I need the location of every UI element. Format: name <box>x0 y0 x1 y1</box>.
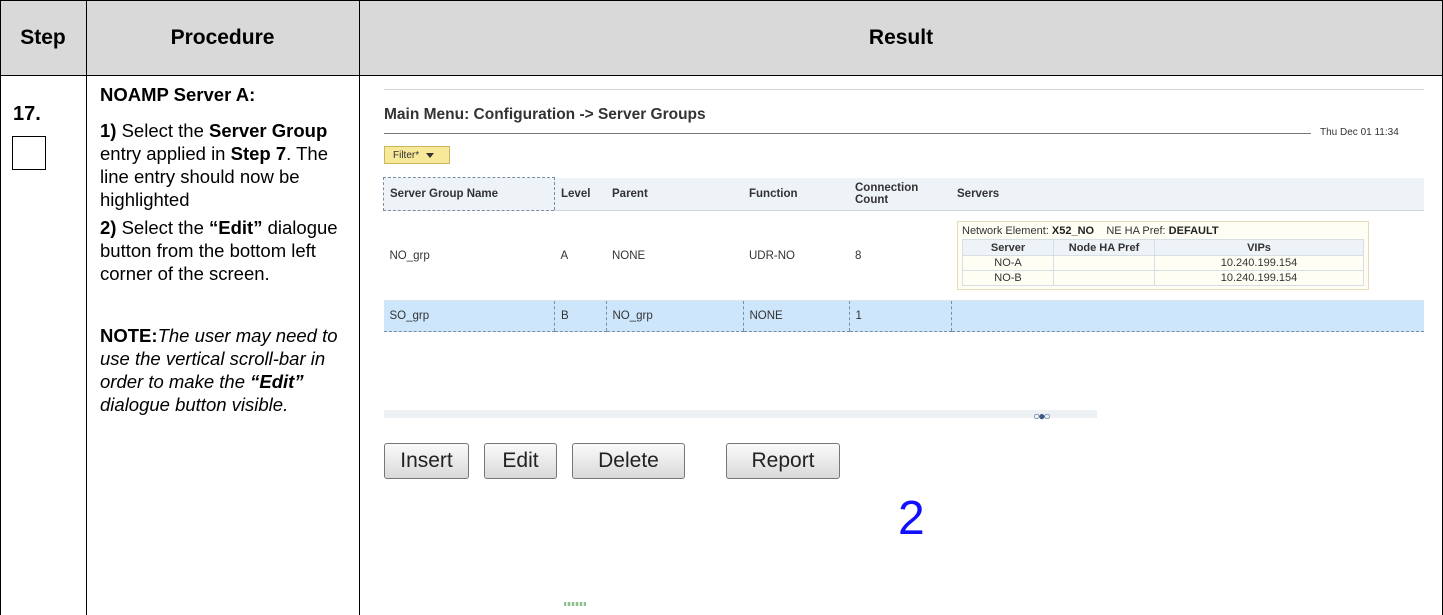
col-level[interactable]: Level <box>554 177 606 211</box>
cell-function: UDR-NO <box>743 210 849 301</box>
horizontal-scrollbar[interactable] <box>384 410 1097 418</box>
col-connection-count[interactable]: Connection Count <box>849 177 951 211</box>
result-screenshot: Main Menu: Configuration -> Server Group… <box>371 82 1424 615</box>
sub-vips: 10.240.199.154 <box>1154 255 1364 271</box>
table-border-top <box>0 0 1443 1</box>
caret-down-icon <box>426 152 435 158</box>
step-2-text-a: Select the <box>116 217 210 238</box>
step-1-server-group: Server Group <box>209 120 328 141</box>
procedure-note: NOTE:The user may need to use the vertic… <box>100 324 358 416</box>
cell-parent: NONE <box>606 210 743 301</box>
subcol-node-ha-pref: Node HA Pref <box>1053 239 1155 256</box>
header-procedure: Procedure <box>86 0 359 75</box>
header-procedure-label: Procedure <box>170 25 275 49</box>
datetime: Thu Dec 01 11:34 <box>1320 127 1399 138</box>
cell-name: NO_grp <box>383 210 555 301</box>
column-divider-1 <box>86 0 87 615</box>
scroll-handle-icon[interactable]: ○●○ <box>1033 409 1051 423</box>
edit-button[interactable]: Edit <box>484 443 557 479</box>
cell-parent: NO_grp <box>605 300 743 332</box>
table-border-left <box>0 0 1 615</box>
step-number: 17. <box>13 103 41 125</box>
ne-value: X52_NO <box>1051 225 1095 237</box>
decorative-mark <box>564 602 586 606</box>
cell-servers: Network Element: X52_NO NE HA Pref: DEFA… <box>951 210 1424 301</box>
step-1-number: 1) <box>100 120 117 141</box>
sub-pref <box>1053 255 1155 271</box>
ne-pref-label: NE HA Pref: <box>1106 225 1166 237</box>
sub-vips: 10.240.199.154 <box>1154 270 1364 286</box>
table-row[interactable]: NO_grp A NONE UDR-NO 8 Network Element: … <box>383 210 1424 301</box>
note-text-c: dialogue button visible. <box>100 394 289 415</box>
servers-subtable: Server Node HA Pref VIPs NO-A 10.240.199… <box>962 239 1364 286</box>
procedure-text: NOAMP Server A: 1) Select the Server Gro… <box>100 83 358 416</box>
column-divider-2 <box>359 0 360 615</box>
filter-label: Filter* <box>393 149 420 161</box>
step-2-edit: “Edit” <box>209 217 263 238</box>
cell-count: 1 <box>848 300 951 332</box>
server-groups-table: Server Group Name Level Parent Function … <box>383 177 1424 332</box>
network-element-box: Network Element: X52_NO NE HA Pref: DEFA… <box>957 221 1369 290</box>
servers-subtable-row: NO-B 10.240.199.154 <box>962 270 1364 286</box>
cell-count: 8 <box>849 210 951 301</box>
screen-top-rule <box>384 89 1424 90</box>
note-edit: “Edit” <box>250 371 304 392</box>
servers-subtable-row: NO-A 10.240.199.154 <box>962 255 1364 271</box>
table-header-row: Server Group Name Level Parent Function … <box>383 177 1424 211</box>
step-2-number: 2) <box>100 217 117 238</box>
subcol-server: Server <box>962 239 1054 256</box>
report-button[interactable]: Report <box>726 443 840 479</box>
callout-number: 2 <box>898 492 925 545</box>
sub-pref <box>1053 270 1155 286</box>
ne-pref-value: DEFAULT <box>1168 225 1219 237</box>
header-step: Step <box>0 0 86 75</box>
filter-button[interactable]: Filter* <box>384 146 450 164</box>
step-1-text-a: Select the <box>116 120 210 141</box>
ne-label: Network Element: <box>962 225 1049 237</box>
procedure-step-2: 2) Select the “Edit” dialogue button fro… <box>100 216 358 285</box>
cell-servers <box>950 300 1424 332</box>
page-title: Main Menu: Configuration -> Server Group… <box>384 106 706 123</box>
header-step-label: Step <box>20 25 66 49</box>
col-servers[interactable]: Servers <box>951 177 1424 211</box>
step-checkbox[interactable] <box>12 136 46 170</box>
servers-subtable-header: Server Node HA Pref VIPs <box>962 239 1364 256</box>
sub-server: NO-A <box>962 255 1054 271</box>
procedure-heading: NOAMP Server A: <box>100 84 256 105</box>
header-result-label: Result <box>868 25 934 49</box>
delete-button[interactable]: Delete <box>572 443 685 479</box>
insert-button[interactable]: Insert <box>384 443 469 479</box>
note-label: NOTE: <box>100 325 158 346</box>
table-row-selected[interactable]: SO_grp B NO_grp NONE 1 <box>383 300 1424 332</box>
col-parent[interactable]: Parent <box>606 177 743 211</box>
network-element-line: Network Element: X52_NO NE HA Pref: DEFA… <box>962 225 1364 237</box>
header-divider <box>0 75 1443 76</box>
header-result: Result <box>359 0 1443 75</box>
sub-server: NO-B <box>962 270 1054 286</box>
cell-level: B <box>554 300 606 332</box>
title-underline <box>384 133 1311 134</box>
col-server-group-name[interactable]: Server Group Name <box>383 177 555 211</box>
cell-name: SO_grp <box>383 300 555 332</box>
cell-function: NONE <box>742 300 849 332</box>
step-1-step-ref: Step 7 <box>230 143 287 164</box>
procedure-table: Step Procedure Result 17. NOAMP Server A… <box>0 0 1443 615</box>
procedure-step-1: 1) Select the Server Group entry applied… <box>100 119 358 211</box>
cell-level: A <box>554 210 606 301</box>
col-function[interactable]: Function <box>743 177 849 211</box>
step-1-text-c: entry applied in <box>100 143 231 164</box>
subcol-vips: VIPs <box>1154 239 1364 256</box>
